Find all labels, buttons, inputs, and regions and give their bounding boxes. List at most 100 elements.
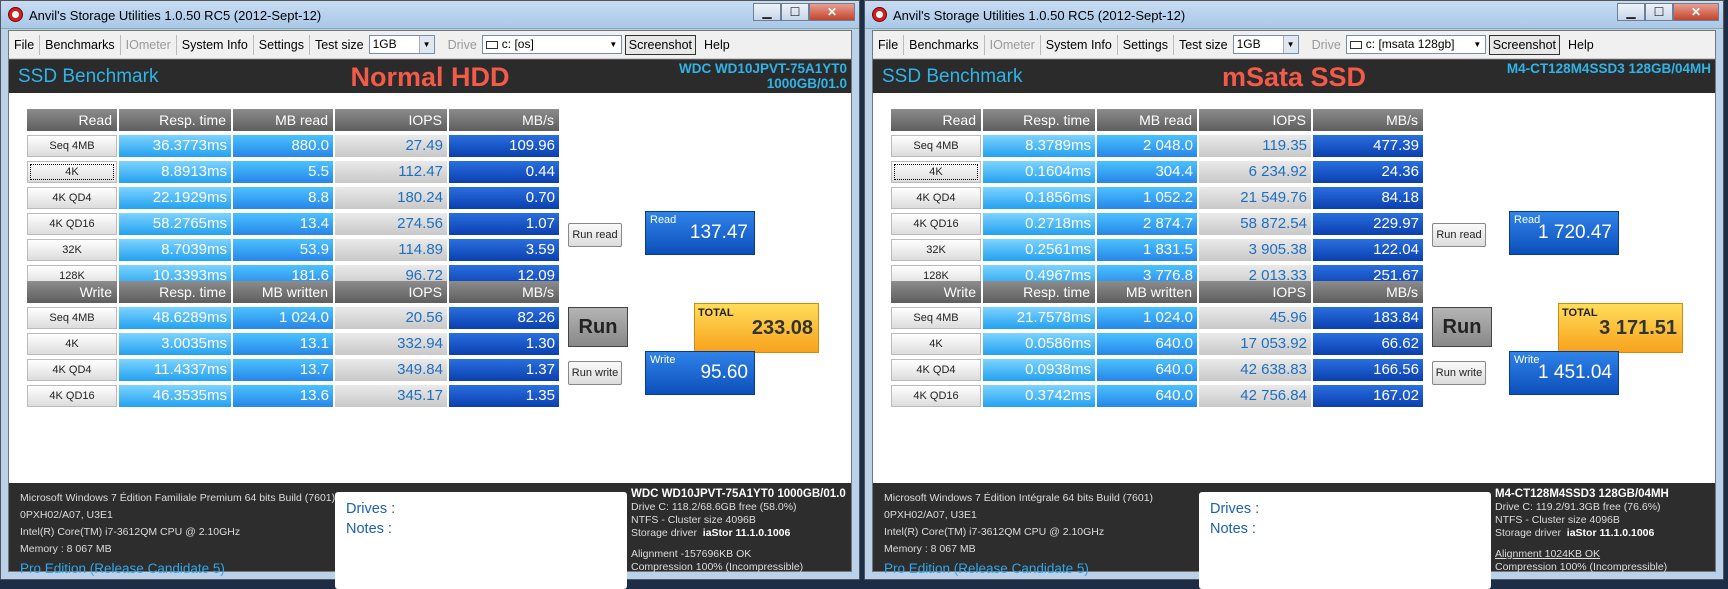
benchmark-header: SSD Benchmark mSata SSD M4-CT128M4SSD3 1…	[873, 59, 1715, 93]
menu-system-info[interactable]: System Info	[1041, 34, 1118, 55]
memory-info: Memory : 8 067 MB	[20, 543, 112, 555]
maximize-button[interactable]: ☐	[1645, 3, 1673, 21]
menu-bar: File Benchmarks IOmeter System Info Sett…	[9, 31, 851, 59]
menu-help[interactable]: Help	[1563, 35, 1599, 55]
run-read-button[interactable]: Run read	[568, 223, 622, 247]
minimize-button[interactable]: ▁	[1617, 3, 1645, 21]
os-info: Microsoft Windows 7 Édition Familiale Pr…	[20, 492, 336, 504]
write-test-button[interactable]: 4K QD4	[27, 359, 117, 381]
write-test-button[interactable]: 4K	[27, 333, 117, 355]
app-icon[interactable]	[872, 7, 887, 22]
drive-free: Drive C: 119.2/91.3GB free (76.6%)	[1495, 501, 1661, 513]
run-read-button[interactable]: Run read	[1432, 223, 1486, 247]
write-test-button[interactable]: 4K QD4	[891, 359, 981, 381]
write-cell: 45.96	[1199, 307, 1311, 329]
notes-label: Notes :	[346, 521, 392, 537]
write-test-button[interactable]: 4K	[891, 333, 981, 355]
screenshot-button[interactable]: Screenshot	[624, 34, 697, 55]
close-button[interactable]: ✕	[809, 3, 855, 21]
write-cell: 13.6	[233, 385, 333, 407]
write-cell: 3.0035ms	[119, 333, 231, 355]
menu-help[interactable]: Help	[699, 35, 735, 55]
read-test-button[interactable]: 4K QD16	[891, 213, 981, 235]
write-cell: 42 756.84	[1199, 385, 1311, 407]
write-header-2: MB written	[1097, 281, 1197, 303]
write-cell: 640.0	[1097, 359, 1197, 381]
menu-system-info[interactable]: System Info	[177, 34, 254, 55]
read-test-button[interactable]: Seq 4MB	[27, 135, 117, 157]
test-size-select[interactable]: 1GB ▼	[1232, 35, 1299, 54]
read-test-button[interactable]: Seq 4MB	[891, 135, 981, 157]
app-window: Anvil's Storage Utilities 1.0.50 RC5 (20…	[0, 0, 861, 589]
run-write-button[interactable]: Run write	[568, 361, 622, 385]
menu-benchmarks[interactable]: Benchmarks	[904, 34, 985, 55]
write-test-button[interactable]: 4K QD16	[27, 385, 117, 407]
edition-link[interactable]: Pro Edition (Release Candidate 5)	[20, 561, 225, 576]
total-score-box: TOTAL 233.08	[694, 303, 819, 353]
maximize-button[interactable]: ☐	[781, 3, 809, 21]
write-test-button[interactable]: Seq 4MB	[27, 307, 117, 329]
storage-driver: Storage driver iaStor 11.1.0.1006	[631, 527, 861, 540]
title-bar[interactable]: Anvil's Storage Utilities 1.0.50 RC5 (20…	[1, 1, 859, 29]
run-write-button[interactable]: Run write	[1432, 361, 1486, 385]
drive-select[interactable]: c: [os] ▼	[481, 35, 622, 54]
run-button[interactable]: Run	[1432, 307, 1492, 347]
write-test-button[interactable]: 4K QD16	[891, 385, 981, 407]
total-score-box: TOTAL 3 171.51	[1558, 303, 1683, 353]
screenshot-button[interactable]: Screenshot	[1488, 34, 1561, 55]
write-header-1: Resp. time	[983, 281, 1095, 303]
read-header-1: Resp. time	[983, 109, 1095, 131]
chevron-down-icon[interactable]: ▼	[605, 36, 621, 53]
cpu-info: Intel(R) Core(TM) i7-3612QM CPU @ 2.10GH…	[20, 526, 241, 538]
chevron-down-icon[interactable]: ▼	[1469, 36, 1485, 53]
close-button[interactable]: ✕	[1673, 3, 1719, 21]
read-test-button[interactable]: 4K QD4	[891, 187, 981, 209]
read-test-button[interactable]: 4K	[27, 161, 117, 183]
write-score-value: 1 451.04	[1538, 362, 1612, 383]
write-test-button[interactable]: Seq 4MB	[891, 307, 981, 329]
read-test-button[interactable]: 32K	[891, 239, 981, 261]
title-bar[interactable]: Anvil's Storage Utilities 1.0.50 RC5 (20…	[865, 1, 1723, 29]
write-cell: 349.84	[335, 359, 447, 381]
minimize-button[interactable]: ▁	[753, 3, 781, 21]
read-cell: 112.47	[335, 161, 447, 183]
read-cell: 114.89	[335, 239, 447, 261]
read-header-0: Read	[891, 109, 981, 131]
read-cell: 21 549.76	[1199, 187, 1311, 209]
chevron-down-icon[interactable]: ▼	[418, 36, 434, 53]
run-button[interactable]: Run	[568, 307, 628, 347]
total-score-value: 233.08	[751, 317, 813, 339]
menu-benchmarks[interactable]: Benchmarks	[40, 34, 121, 55]
total-score-value: 3 171.51	[1599, 317, 1677, 339]
menu-file[interactable]: File	[9, 34, 41, 55]
read-cell: 84.18	[1313, 187, 1423, 209]
menu-settings[interactable]: Settings	[1118, 34, 1174, 55]
edition-link[interactable]: Pro Edition (Release Candidate 5)	[884, 561, 1089, 576]
menu-settings[interactable]: Settings	[254, 34, 310, 55]
read-test-button[interactable]: 4K	[891, 161, 981, 183]
app-icon[interactable]	[8, 7, 23, 22]
notes-box[interactable]: Drives : Notes :	[335, 492, 627, 589]
read-score-value: 137.47	[689, 222, 748, 243]
drive-info-title: M4-CT128M4SSD3 128GB/04MH	[1495, 488, 1669, 500]
write-header-2: MB written	[233, 281, 333, 303]
chevron-down-icon[interactable]: ▼	[1282, 36, 1298, 53]
write-cell: 183.84	[1313, 307, 1423, 329]
read-test-button[interactable]: 4K QD16	[27, 213, 117, 235]
read-test-button[interactable]: 32K	[27, 239, 117, 261]
drive-select[interactable]: c: [msata 128gb] ▼	[1345, 35, 1486, 54]
read-score-box: Read 1 720.47	[1509, 211, 1619, 255]
drive-model-line2: 1000GB/01.0	[766, 76, 847, 91]
read-score-value: 1 720.47	[1538, 222, 1612, 243]
write-cell: 332.94	[335, 333, 447, 355]
notes-box[interactable]: Drives : Notes :	[1199, 492, 1491, 589]
results-area: Read Resp. time MB read IOPS MB/s Seq 4MB 36.3…	[9, 95, 851, 483]
read-cell: 2 048.0	[1097, 135, 1197, 157]
menu-file[interactable]: File	[873, 34, 905, 55]
test-size-select[interactable]: 1GB ▼	[368, 35, 435, 54]
read-cell: 1 831.5	[1097, 239, 1197, 261]
write-cell: 0.0938ms	[983, 359, 1095, 381]
write-score-box: Write 95.60	[645, 351, 755, 395]
read-test-button[interactable]: 4K QD4	[27, 187, 117, 209]
alignment-info: Alignment -157696KB OK	[631, 548, 752, 560]
